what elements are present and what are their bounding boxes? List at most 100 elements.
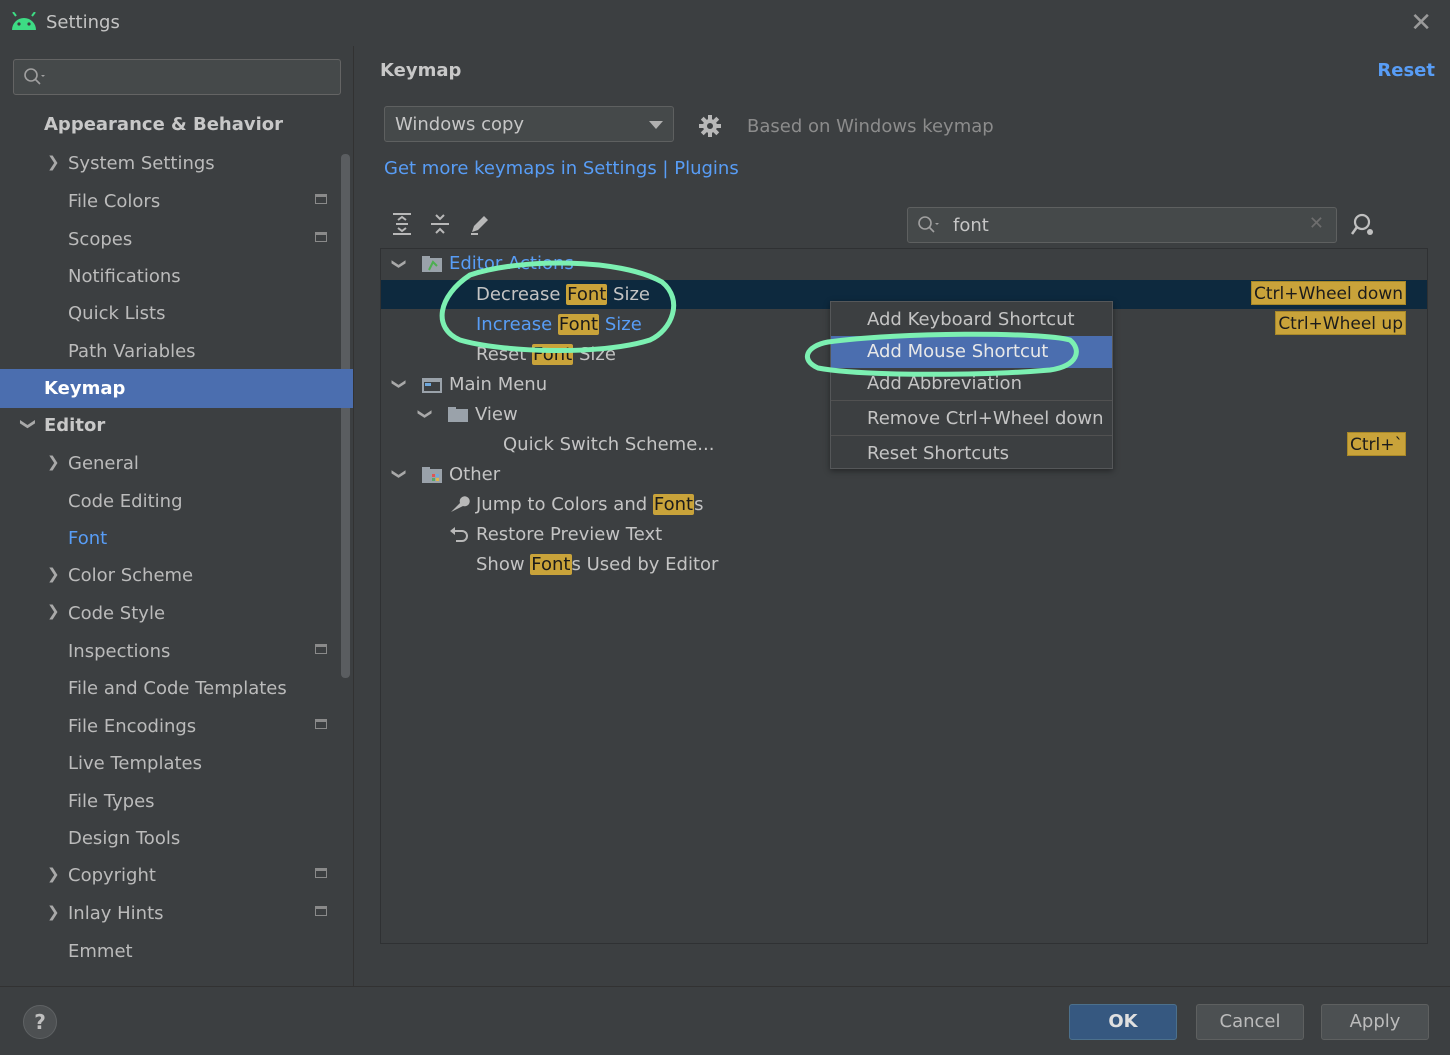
project-level-icon [315,644,327,654]
search-value: font [953,215,989,236]
folder-icon [448,407,468,422]
undo-icon [450,527,468,542]
chevron-down-icon[interactable]: ❯ [391,468,407,480]
sidebar-item-file-types[interactable]: File Types [68,783,155,821]
other-folder-icon [422,467,442,483]
ok-button[interactable]: OK [1069,1004,1177,1040]
action-jump-colors-fonts[interactable]: Jump to Colors and Fonts [476,490,703,520]
menu-separator [831,400,1112,401]
sidebar-item-appearance-behavior[interactable]: Appearance & Behavior [44,106,283,144]
tree-node-view[interactable]: View [475,400,518,430]
sidebar-item-copyright[interactable]: Copyright [68,857,156,895]
sidebar-item-inspections[interactable]: Inspections [68,633,170,671]
shortcut-badge: Ctrl+` [1347,432,1406,456]
menu-item-reset-shortcuts[interactable]: Reset Shortcuts [831,438,1112,470]
project-level-icon [315,719,327,729]
sidebar-item-live-templates[interactable]: Live Templates [68,745,202,783]
sidebar-search-input[interactable] [13,59,341,95]
based-on-label: Based on Windows keymap [747,116,994,137]
chevron-right-icon[interactable]: ❯ [47,903,60,921]
chevron-down-icon[interactable]: ❯ [417,408,433,420]
project-level-icon [315,194,327,204]
sidebar-item-inlay-hints[interactable]: Inlay Hints [68,895,164,933]
sidebar-item-editor[interactable]: Editor [44,407,105,445]
close-icon[interactable]: ✕ [1410,8,1432,38]
sidebar-item-code-editing[interactable]: Code Editing [68,483,183,521]
match-highlight: Font [557,314,600,335]
sidebar-item-design-tools[interactable]: Design Tools [68,820,180,858]
action-increase-font-size[interactable]: Increase Font Size [476,310,642,340]
sidebar-item-file-colors[interactable]: File Colors [68,183,160,221]
sidebar-item-scopes[interactable]: Scopes [68,221,132,259]
sidebar-item-quick-lists[interactable]: Quick Lists [68,295,165,333]
action-reset-font-size[interactable]: Reset Font Size [476,340,616,370]
menu-item-add-mouse-shortcut[interactable]: Add Mouse Shortcut [831,336,1112,368]
sidebar-item-color-scheme[interactable]: Color Scheme [68,557,193,595]
action-text: Jump to Colors and [476,494,653,515]
sidebar-item-keymap[interactable]: Keymap [44,370,125,408]
action-text: Increase [476,314,558,335]
tree-node-editor-actions[interactable]: Editor Actions [449,249,574,279]
chevron-down-icon[interactable]: ❯ [391,378,407,390]
find-by-shortcut-icon[interactable] [1350,212,1378,238]
chevron-right-icon[interactable]: ❯ [47,153,60,171]
project-level-icon [315,868,327,878]
gear-icon[interactable] [697,113,723,139]
edit-icon[interactable] [468,212,492,236]
cancel-button[interactable]: Cancel [1196,1004,1304,1040]
collapse-all-icon[interactable] [428,212,452,236]
sidebar-item-file-encodings[interactable]: File Encodings [68,708,196,746]
chevron-down-icon [649,121,663,129]
sidebar-item-system-settings[interactable]: System Settings [68,145,215,183]
reset-link[interactable]: Reset [1377,60,1435,81]
chevron-down-icon[interactable]: ❯ [391,258,407,270]
main-menu-icon [422,378,442,393]
sidebar-item-general[interactable]: General [68,445,139,483]
android-logo-icon [12,12,36,30]
sidebar-item-path-variables[interactable]: Path Variables [68,333,196,371]
title-bar: Settings ✕ [0,0,1450,46]
menu-separator [831,435,1112,436]
chevron-right-icon[interactable]: ❯ [47,865,60,883]
chevron-right-icon[interactable]: ❯ [47,565,60,583]
match-highlight: Font [566,284,608,305]
shortcut-badge: Ctrl+Wheel up [1275,311,1406,335]
tree-node-other[interactable]: Other [449,460,500,490]
action-quick-switch-scheme[interactable]: Quick Switch Scheme... [503,430,714,460]
keymap-select[interactable]: Windows copy [384,106,674,142]
action-show-fonts-used[interactable]: Show Fonts Used by Editor [476,550,718,580]
menu-item-add-keyboard-shortcut[interactable]: Add Keyboard Shortcut [831,304,1112,336]
help-button[interactable]: ? [23,1005,57,1039]
sidebar-item-emmet[interactable]: Emmet [68,933,133,971]
sidebar-scrollbar[interactable] [341,154,350,678]
sidebar-item-font[interactable]: Font [68,520,107,558]
action-restore-preview-text[interactable]: Restore Preview Text [476,520,662,550]
keymap-search-input[interactable]: font ✕ [907,207,1337,243]
clear-search-icon[interactable]: ✕ [1309,213,1324,234]
sidebar-item-notifications[interactable]: Notifications [68,258,181,296]
chevron-down-icon[interactable]: ❯ [19,418,37,431]
sidebar-item-file-code-templates[interactable]: File and Code Templates [68,670,287,708]
chevron-right-icon[interactable]: ❯ [47,453,60,471]
keymap-select-value: Windows copy [395,114,525,135]
editor-actions-folder-icon [422,256,442,272]
wrench-icon [451,496,470,512]
action-text: s [694,494,704,515]
sidebar-item-code-style[interactable]: Code Style [68,595,165,633]
expand-all-icon[interactable] [390,212,414,236]
window-title: Settings [46,12,120,33]
action-text: Reset [476,344,533,365]
menu-item-add-abbreviation[interactable]: Add Abbreviation [831,368,1112,400]
menu-item-remove-shortcut[interactable]: Remove Ctrl+Wheel down [831,403,1112,435]
more-keymaps-link[interactable]: Get more keymaps in Settings | Plugins [384,158,739,179]
action-text: Size [573,344,616,365]
action-decrease-font-size[interactable]: Decrease Font Size [476,280,650,310]
match-highlight: Font [652,494,695,515]
chevron-right-icon[interactable]: ❯ [47,602,60,620]
action-text: Size [599,314,642,335]
apply-button[interactable]: Apply [1321,1004,1429,1040]
match-highlight: Font [532,344,574,365]
action-text: s Used by Editor [571,554,719,575]
action-text: Size [607,284,650,305]
tree-node-main-menu[interactable]: Main Menu [449,370,547,400]
